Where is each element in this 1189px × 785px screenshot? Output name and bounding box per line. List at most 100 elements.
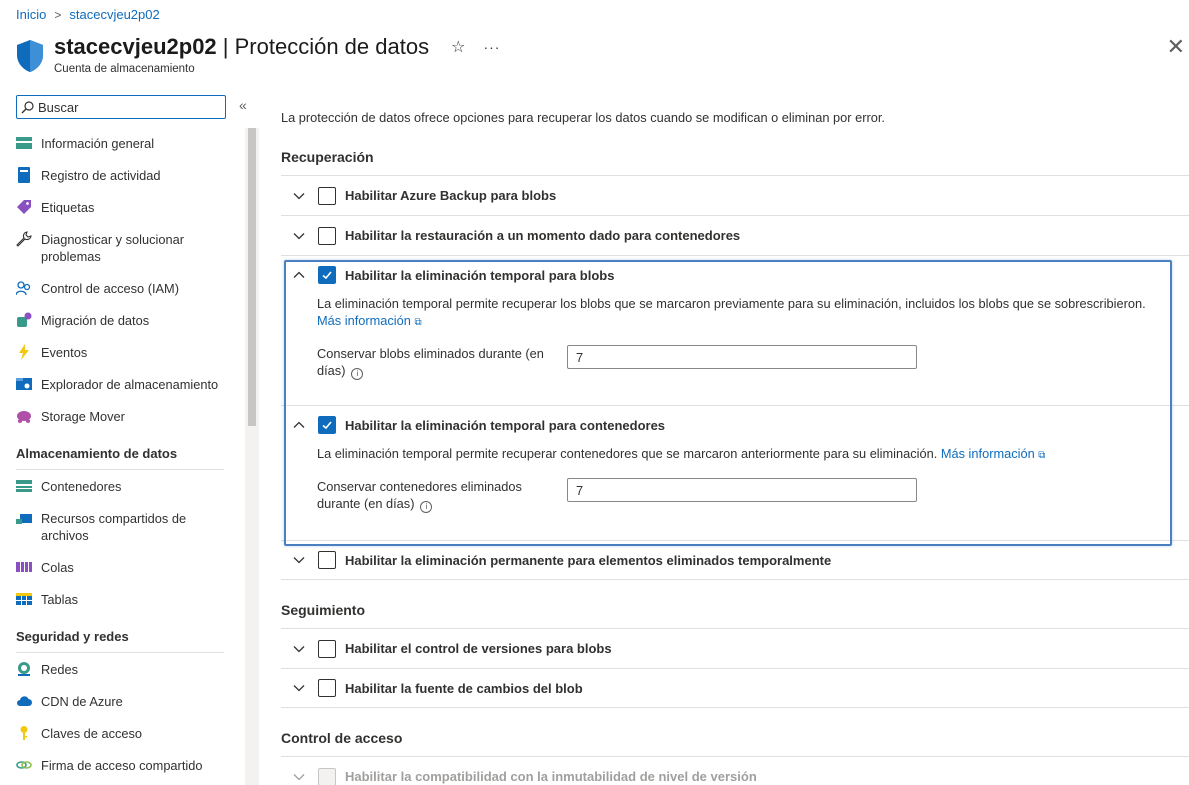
retain-blobs-days-input[interactable] (567, 345, 917, 369)
versioning-checkbox[interactable] (318, 639, 336, 658)
learn-more-link[interactable]: Más información ⧉ (941, 446, 1046, 461)
sidebar-item-networking[interactable]: Redes (16, 653, 226, 685)
learn-more-text: Más información (940, 446, 1035, 461)
permanent-delete-row[interactable]: Habilitar la eliminación permanente para… (281, 540, 1189, 580)
sidebar-item-tables[interactable]: Tablas (16, 583, 226, 615)
scrollbar-thumb[interactable] (248, 128, 256, 426)
versioning-row[interactable]: Habilitar el control de versiones para b… (281, 628, 1189, 668)
file-shares-icon (16, 514, 32, 524)
chevron-down-icon (293, 773, 305, 780)
page-title: stacecvjeu2p02 | Protección de datos (54, 34, 429, 60)
chevron-up-icon[interactable] (293, 419, 305, 431)
sidebar-item-sas[interactable]: Firma de acceso compartido (16, 749, 226, 781)
sidebar-item-label: Eventos (41, 345, 88, 360)
collapse-sidebar-icon[interactable]: « (239, 97, 247, 113)
retain-containers-field: Conservar contenedores eliminados durant… (317, 478, 1189, 513)
immutability-row: Habilitar la compatibilidad con la inmut… (281, 756, 1189, 785)
info-icon[interactable]: i (351, 368, 364, 380)
sidebar-item-label: Firma de acceso compartido (41, 758, 203, 773)
chevron-down-icon[interactable] (293, 682, 305, 694)
restore-checkbox[interactable] (318, 226, 336, 245)
chevron-down-icon[interactable] (293, 643, 305, 655)
learn-more-text: Más información (317, 313, 411, 328)
search-input[interactable] (38, 99, 218, 115)
sidebar-item-activity-log[interactable]: Registro de actividad (16, 159, 226, 191)
backup-checkbox[interactable] (318, 186, 336, 205)
soft-delete-blobs-checkbox[interactable] (318, 266, 336, 284)
sidebar-item-events[interactable]: Eventos (16, 336, 226, 368)
recovery-heading: Recuperación (281, 149, 374, 165)
soft-delete-blobs-panel: Habilitar la eliminación temporal para b… (281, 255, 1189, 405)
soft-delete-containers-label: Habilitar la eliminación temporal para c… (345, 417, 666, 433)
sidebar-item-label: Contenedores (41, 479, 122, 494)
soft-delete-containers-row[interactable]: Habilitar la eliminación temporal para c… (281, 406, 1189, 444)
tables-icon (16, 593, 32, 605)
lightning-icon (19, 344, 29, 360)
sidebar-item-cdn[interactable]: CDN de Azure (16, 685, 226, 717)
sidebar: « Información general Registro de activi… (16, 95, 261, 785)
main-content: La protección de datos ofrece opciones p… (281, 110, 1189, 785)
sidebar-item-migration[interactable]: Migración de datos (16, 304, 226, 336)
chevron-down-icon[interactable] (293, 554, 305, 566)
external-link-icon: ⧉ (1038, 450, 1046, 461)
retain-containers-days-input[interactable] (567, 478, 917, 502)
chevron-down-icon[interactable] (293, 190, 305, 202)
sidebar-item-label: Claves de acceso (41, 726, 143, 741)
permanent-delete-checkbox[interactable] (318, 551, 336, 569)
sidebar-item-label: Registro de actividad (41, 168, 161, 183)
backup-row[interactable]: Habilitar Azure Backup para blobs (281, 175, 1189, 215)
close-icon[interactable]: ✕ (1167, 36, 1185, 58)
restore-label: Habilitar la restauración a un momento d… (345, 228, 741, 243)
retain-blobs-label: Conservar blobs eliminados durante (en d… (317, 345, 567, 380)
change-feed-checkbox[interactable] (318, 679, 336, 697)
chevron-up-icon[interactable] (293, 269, 305, 281)
tag-icon (17, 200, 31, 214)
people-icon (16, 281, 31, 296)
retain-containers-label: Conservar contenedores eliminados durant… (317, 478, 567, 513)
wrench-icon (16, 231, 32, 247)
intro-text: La protección de datos ofrece opciones p… (281, 110, 885, 125)
versioning-label: Habilitar el control de versiones para b… (345, 641, 612, 656)
sidebar-item-containers[interactable]: Contenedores (16, 470, 226, 502)
sidebar-item-diagnose[interactable]: Diagnosticar y solucionar problemas (16, 223, 226, 272)
immutability-label: Habilitar la compatibilidad con la inmut… (345, 769, 757, 784)
checkmark-icon (322, 271, 332, 280)
sidebar-item-access-keys[interactable]: Claves de acceso (16, 717, 226, 749)
soft-delete-blobs-description: La eliminación temporal permite recupera… (317, 295, 1189, 331)
title-separator: | (216, 34, 235, 59)
migration-icon (17, 312, 32, 327)
storage-explorer-icon (16, 378, 32, 390)
soft-delete-containers-checkbox[interactable] (318, 416, 336, 434)
sidebar-scrollbar[interactable] (245, 128, 259, 785)
breadcrumb: Inicio > stacecvjeu2p02 (16, 7, 160, 22)
page-section-title: Protección de datos (234, 34, 430, 59)
sidebar-item-iam[interactable]: Control de acceso (IAM) (16, 272, 226, 304)
sidebar-item-storage-mover[interactable]: Storage Mover (16, 400, 226, 432)
sidebar-item-label: Diagnosticar y solucionar problemas (41, 232, 184, 264)
info-icon[interactable]: i (420, 501, 433, 513)
chevron-down-icon[interactable] (293, 230, 305, 242)
breadcrumb-home-link[interactable]: Inicio (16, 7, 46, 22)
key-icon (20, 726, 28, 740)
sidebar-item-label: Control de acceso (IAM) (41, 281, 179, 296)
retain-blobs-field: Conservar blobs eliminados durante (en d… (317, 345, 1189, 380)
sidebar-item-queues[interactable]: Colas (16, 551, 226, 583)
more-options-icon[interactable]: ··· (483, 39, 500, 55)
change-feed-row[interactable]: Habilitar la fuente de cambios del blob (281, 668, 1189, 708)
favorite-star-icon[interactable]: ☆ (451, 37, 465, 57)
search-icon (21, 100, 34, 113)
restore-row[interactable]: Habilitar la restauración a un momento d… (281, 215, 1189, 255)
sidebar-item-storage-explorer[interactable]: Explorador de almacenamiento (16, 368, 226, 400)
sidebar-item-file-shares[interactable]: Recursos compartidos de archivos (16, 502, 226, 551)
soft-delete-blobs-row[interactable]: Habilitar la eliminación temporal para b… (281, 256, 1189, 294)
sidebar-item-tags[interactable]: Etiquetas (16, 191, 226, 223)
breadcrumb-resource-link[interactable]: stacecvjeu2p02 (69, 7, 159, 22)
sidebar-item-label: Etiquetas (41, 200, 95, 215)
sidebar-item-overview[interactable]: Información general (16, 127, 226, 159)
permanent-delete-label: Habilitar la eliminación permanente para… (345, 552, 832, 568)
retain-containers-label-text: Conservar contenedores eliminados durant… (317, 479, 522, 511)
search-box[interactable] (16, 95, 226, 119)
sidebar-item-label: Storage Mover (41, 409, 125, 424)
storage-mover-icon (17, 411, 31, 423)
learn-more-link[interactable]: Más información ⧉ (317, 313, 422, 328)
